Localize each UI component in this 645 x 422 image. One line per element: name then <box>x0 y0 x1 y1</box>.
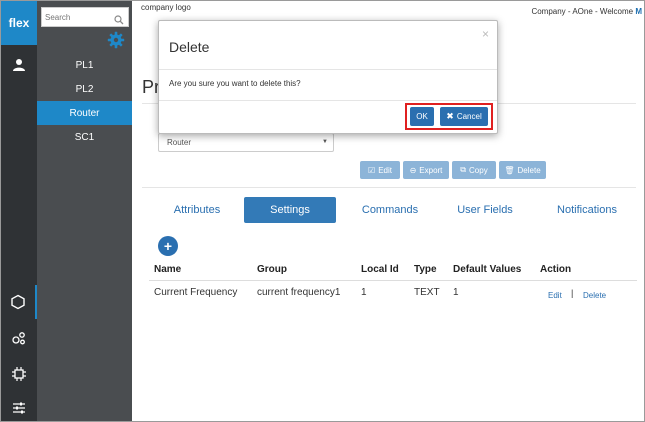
column-header-type: Type <box>414 264 437 275</box>
dialog-message: Are you sure you want to delete this? <box>169 79 301 88</box>
column-header-group: Group <box>257 264 287 275</box>
row-delete-link[interactable]: Delete <box>583 291 606 300</box>
delete-label: Delete <box>517 165 541 175</box>
copy-label: Copy <box>469 165 488 175</box>
delete-confirm-dialog: Delete × Are you sure you want to delete… <box>158 20 498 134</box>
hexagon-icon[interactable] <box>1 285 37 319</box>
search-icon[interactable] <box>114 12 124 25</box>
sliders-icon[interactable] <box>1 391 37 421</box>
edit-button[interactable]: ☑ Edit <box>360 161 400 179</box>
cell-group: current frequency1 <box>257 287 341 298</box>
dialog-title: Delete <box>169 39 210 55</box>
chip-icon[interactable] <box>1 357 37 391</box>
cell-name: Current Frequency <box>154 287 238 298</box>
ok-button[interactable]: OK <box>410 107 434 126</box>
app-window: flex Search PL1 PL2 Router SC1 company l… <box>0 0 645 422</box>
tab-commands[interactable]: Commands <box>352 197 428 223</box>
tab-user-fields[interactable]: User Fields <box>447 197 523 223</box>
plus-icon: + <box>163 238 173 254</box>
toolbar-divider <box>142 187 636 188</box>
dialog-header-divider <box>159 69 497 70</box>
delete-button[interactable]: 🗑 Delete <box>499 161 546 179</box>
trash-icon: 🗑 <box>504 165 515 175</box>
column-header-default-values: Default Values <box>453 264 522 275</box>
connections-icon[interactable] <box>1 321 37 355</box>
nav-item-pl1[interactable]: PL1 <box>37 53 132 77</box>
cancel-label: Cancel <box>456 112 482 121</box>
column-header-local-id: Local Id <box>361 264 399 275</box>
close-icon[interactable]: × <box>482 27 489 41</box>
cell-type: TEXT <box>414 287 440 298</box>
edit-label: Edit <box>378 165 392 175</box>
cell-local-id: 1 <box>361 287 367 298</box>
nav-item-pl2[interactable]: PL2 <box>37 77 132 101</box>
edit-icon: ☑ <box>368 165 376 175</box>
export-button[interactable]: ⊖ Export <box>403 161 449 179</box>
flex-logo: flex <box>1 1 37 45</box>
search-box[interactable] <box>41 7 129 27</box>
close-x-icon: ✖ <box>446 111 454 121</box>
cancel-button[interactable]: ✖ Cancel <box>440 107 488 126</box>
icon-rail: flex <box>1 1 37 421</box>
welcome-user[interactable]: M <box>635 7 642 16</box>
device-nav-panel: PL1 PL2 Router SC1 <box>37 1 132 421</box>
copy-icon: ⧉ <box>460 165 467 174</box>
cell-default-values: 1 <box>453 287 459 298</box>
search-input[interactable] <box>42 12 114 22</box>
welcome-prefix: Company - AOne - Welcome <box>531 7 636 16</box>
nav-item-router[interactable]: Router <box>37 101 132 125</box>
column-header-action: Action <box>540 264 572 275</box>
device-select[interactable]: Router ▼ <box>158 133 334 152</box>
welcome-text: Company - AOne - Welcome M <box>531 7 642 16</box>
table-header-divider <box>149 280 637 281</box>
export-label: Export <box>419 165 443 175</box>
tab-notifications[interactable]: Notifications <box>542 197 632 223</box>
export-icon: ⊖ <box>409 165 417 175</box>
gear-icon[interactable] <box>107 31 125 49</box>
chevron-down-icon: ▼ <box>322 139 328 145</box>
tab-settings[interactable]: Settings <box>244 197 336 223</box>
device-select-value: Router <box>167 138 192 147</box>
add-setting-button[interactable]: + <box>158 236 178 256</box>
column-header-name: Name <box>154 264 182 275</box>
nav-item-sc1[interactable]: SC1 <box>37 125 132 149</box>
tab-attributes[interactable]: Attributes <box>162 197 232 223</box>
row-edit-link[interactable]: Edit <box>548 291 562 300</box>
copy-button[interactable]: ⧉ Copy <box>452 161 496 179</box>
dialog-footer-divider <box>159 100 497 101</box>
user-icon[interactable] <box>1 45 37 85</box>
action-separator: | <box>571 288 574 298</box>
company-logo: company logo <box>141 3 191 12</box>
